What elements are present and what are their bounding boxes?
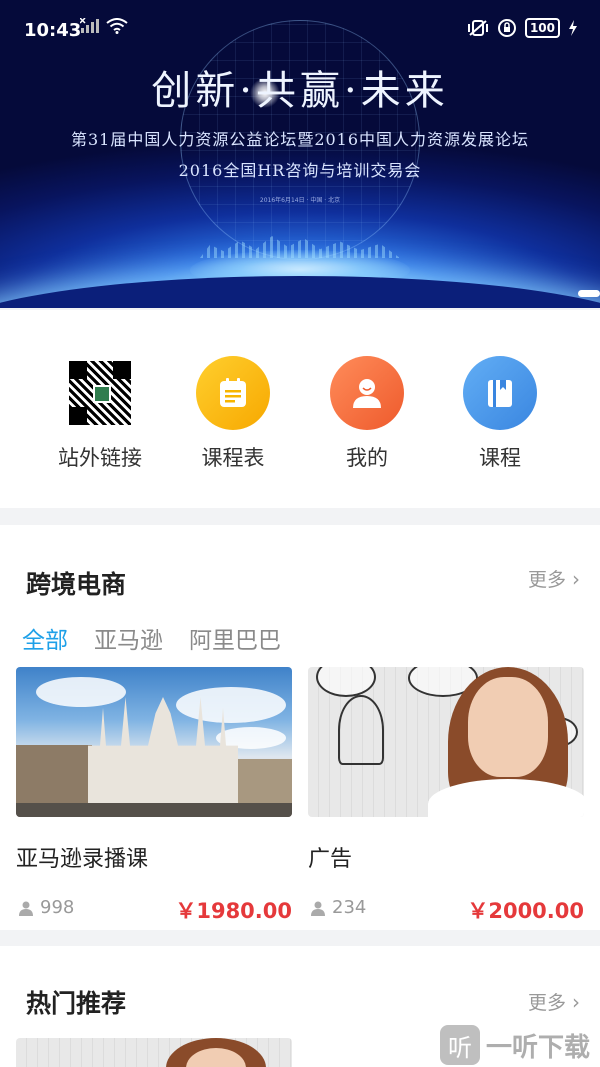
status-bar: 10:43 100 <box>0 0 600 60</box>
quick-item-external-link[interactable]: 站外链接 <box>35 356 165 472</box>
watermark: 听 一听下载 <box>440 1023 600 1067</box>
course-meta: 998 ￥1980.00 <box>16 895 292 923</box>
section-title: 热门推荐 <box>26 989 127 1018</box>
battery-indicator: 100 <box>524 18 560 38</box>
quick-item-label: 课程 <box>479 446 521 470</box>
tab-all[interactable]: 全部 <box>22 621 68 655</box>
qr-code-icon-wrap <box>63 356 137 430</box>
schedule-icon <box>196 356 270 430</box>
carousel-indicator <box>578 290 600 297</box>
quick-item-label: 站外链接 <box>58 446 142 470</box>
tab-alibaba[interactable]: 阿里巴巴 <box>189 621 281 655</box>
person-icon <box>19 901 33 916</box>
course-title: 亚马逊录播课 <box>16 847 149 872</box>
rotation-lock-icon <box>497 19 516 37</box>
status-right-icons: 100 <box>467 18 578 38</box>
course-price: ￥2000.00 <box>467 899 584 923</box>
user-icon <box>330 356 404 430</box>
more-link[interactable]: 更多 › <box>528 565 580 592</box>
banner-subtitle-3: 2016年6月14日 · 中国 · 北京 <box>259 197 341 204</box>
chevron-right-icon: › <box>572 566 580 591</box>
wifi-icon <box>106 18 128 34</box>
book-icon <box>463 356 537 430</box>
section-cross-border: 跨境电商 更多 › 全部 亚马逊 阿里巴巴 亚马逊录播课 998 ￥1980.0… <box>0 525 600 930</box>
banner-title: 创新·共赢·未来 <box>151 68 449 114</box>
vibrate-icon <box>467 20 488 36</box>
signal-icon <box>80 18 99 33</box>
quick-item-course[interactable]: 课程 <box>435 356 565 472</box>
course-card[interactable]: 广告 234 ￥2000.00 <box>308 667 584 923</box>
chevron-right-icon: › <box>572 989 580 1014</box>
quick-item-schedule[interactable]: 课程表 <box>168 356 298 472</box>
quick-item-label: 课程表 <box>201 446 265 470</box>
course-thumbnail-partial[interactable] <box>16 1038 292 1067</box>
category-tabs: 全部 亚马逊 阿里巴巴 <box>22 621 281 655</box>
course-thumbnail <box>16 667 292 817</box>
course-meta: 234 ￥2000.00 <box>308 895 584 923</box>
course-card[interactable]: 亚马逊录播课 998 ￥1980.00 <box>16 667 292 923</box>
quick-menu: 站外链接 课程表 我的 课程 <box>0 310 600 508</box>
quick-item-mine[interactable]: 我的 <box>302 356 432 472</box>
watermark-text: 一听下载 <box>486 1032 591 1063</box>
qr-code-icon <box>69 361 131 425</box>
learner-count: 234 <box>310 897 366 918</box>
course-thumbnail <box>308 667 584 817</box>
app-screen: 创新·共赢·未来 第31届中国人力资源公益论坛暨2016中国人力资源发展论坛 2… <box>0 0 600 1067</box>
learner-count: 998 <box>18 897 74 918</box>
learner-count-value: 234 <box>332 897 367 918</box>
charging-icon <box>569 20 577 36</box>
more-label: 更多 <box>527 569 566 591</box>
course-title: 广告 <box>308 847 353 872</box>
more-label: 更多 <box>527 992 566 1014</box>
quick-item-label: 我的 <box>346 446 388 470</box>
banner-horizon <box>0 276 600 308</box>
person-icon <box>311 901 325 916</box>
course-price: ￥1980.00 <box>175 899 292 923</box>
banner-subtitle-1: 第31届中国人力资源公益论坛暨2016中国人力资源发展论坛 <box>70 130 530 149</box>
tab-amazon[interactable]: 亚马逊 <box>94 621 163 655</box>
banner-subtitle-2: 2016全国HR咨询与培训交易会 <box>178 161 422 180</box>
section-title: 跨境电商 <box>26 570 127 599</box>
status-time: 10:43 <box>24 20 82 41</box>
more-link[interactable]: 更多 › <box>528 988 580 1015</box>
watermark-logo: 听 <box>440 1025 480 1065</box>
status-left-icons <box>80 18 128 34</box>
learner-count-value: 998 <box>40 897 75 918</box>
